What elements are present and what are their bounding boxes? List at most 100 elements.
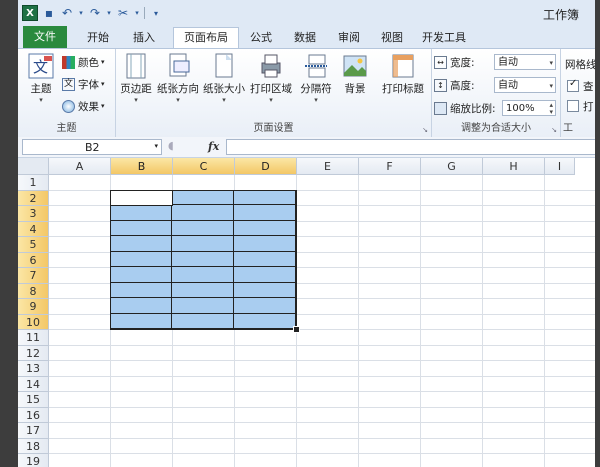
active-cell[interactable] — [110, 189, 173, 206]
cell-c5[interactable] — [172, 236, 234, 252]
cell-b7[interactable] — [110, 267, 172, 283]
fonts-button[interactable]: 文 字体 ▾ — [62, 75, 105, 93]
customize-qat-icon[interactable]: ▾ — [149, 9, 163, 18]
cell-d7[interactable] — [234, 267, 296, 283]
redo-icon[interactable]: ↷ — [88, 6, 102, 20]
cell-b8[interactable] — [110, 282, 172, 298]
cell-d10[interactable] — [234, 313, 296, 329]
row-header-4[interactable]: 4 — [18, 221, 49, 237]
row-header-11[interactable]: 11 — [18, 330, 49, 346]
tab-developer[interactable]: 开发工具 — [416, 28, 472, 48]
cell-b9[interactable] — [110, 298, 172, 314]
column-header-b[interactable]: B — [111, 158, 173, 175]
cell-d8[interactable] — [234, 282, 296, 298]
tab-home[interactable]: 开始 — [78, 28, 118, 48]
row-header-8[interactable]: 8 — [18, 283, 49, 299]
scale-launcher-icon[interactable]: ↘ — [551, 126, 557, 134]
stepper-arrows-icon[interactable]: ▴ ▾ — [549, 102, 553, 116]
cell-c7[interactable] — [172, 267, 234, 283]
breaks-button[interactable]: 分隔符 ▾ — [296, 53, 336, 104]
cell-b10[interactable] — [110, 313, 172, 329]
insert-function-icon[interactable]: fx — [208, 140, 219, 153]
margins-button[interactable]: 页边距 ▾ — [118, 53, 154, 104]
cell-c2[interactable] — [172, 189, 234, 205]
cell-b6[interactable] — [110, 251, 172, 267]
save-icon[interactable]: ▪ — [42, 6, 56, 20]
cell-d2[interactable] — [234, 189, 296, 205]
chevron-down-icon[interactable]: ▾ — [154, 142, 158, 150]
row-header-16[interactable]: 16 — [18, 407, 49, 423]
cell-d5[interactable] — [234, 236, 296, 252]
column-header-d[interactable]: D — [235, 158, 297, 175]
row-header-18[interactable]: 18 — [18, 438, 49, 454]
column-header-a[interactable]: A — [49, 158, 111, 175]
undo-dropdown-icon[interactable]: ▾ — [78, 9, 84, 17]
column-header-i[interactable]: I — [545, 158, 575, 175]
row-header-13[interactable]: 13 — [18, 361, 49, 377]
gridlines-view-checkbox[interactable]: ✓ — [567, 78, 579, 92]
cell-d4[interactable] — [234, 220, 296, 236]
row-header-15[interactable]: 15 — [18, 392, 49, 408]
gridlines-print-checkbox[interactable] — [567, 100, 579, 112]
row-header-17[interactable]: 17 — [18, 423, 49, 439]
row-header-1[interactable]: 1 — [18, 175, 49, 191]
column-header-g[interactable]: G — [421, 158, 483, 175]
column-header-e[interactable]: E — [297, 158, 359, 175]
colors-button[interactable]: 颜色 ▾ — [62, 53, 105, 71]
row-header-9[interactable]: 9 — [18, 299, 49, 315]
name-box[interactable]: B2 ▾ — [22, 139, 162, 155]
height-select[interactable]: 自动 ▾ — [494, 77, 556, 93]
tab-view[interactable]: 视图 — [373, 28, 411, 48]
cell-c4[interactable] — [172, 220, 234, 236]
tab-file[interactable]: 文件 — [23, 26, 67, 48]
tab-page-layout[interactable]: 页面布局 — [173, 27, 239, 49]
redo-dropdown-icon[interactable]: ▾ — [106, 9, 112, 17]
column-header-h[interactable]: H — [483, 158, 545, 175]
orientation-button[interactable]: 纸张方向 ▾ — [156, 53, 200, 104]
cell-b4[interactable] — [110, 220, 172, 236]
tab-review[interactable]: 审阅 — [330, 28, 368, 48]
tab-insert[interactable]: 插入 — [124, 28, 164, 48]
formula-input[interactable] — [226, 139, 598, 155]
cell-b3[interactable] — [110, 205, 172, 221]
fill-handle[interactable] — [293, 326, 300, 333]
row-header-2[interactable]: 2 — [18, 190, 49, 206]
print-area-button[interactable]: 打印区域 ▾ — [248, 53, 294, 104]
row-header-14[interactable]: 14 — [18, 376, 49, 392]
cell-d3[interactable] — [234, 205, 296, 221]
row-header-3[interactable]: 3 — [18, 206, 49, 222]
row-header-12[interactable]: 12 — [18, 345, 49, 361]
cell-c3[interactable] — [172, 205, 234, 221]
row-header-5[interactable]: 5 — [18, 237, 49, 253]
print-titles-button[interactable]: 打印标题 — [378, 53, 428, 96]
background-button[interactable]: 背景 — [338, 53, 372, 96]
size-button[interactable]: 纸张大小 ▾ — [202, 53, 246, 104]
tools-dropdown-icon[interactable]: ▾ — [134, 9, 140, 17]
select-all-corner[interactable] — [18, 158, 49, 175]
cell-d9[interactable] — [234, 298, 296, 314]
cell-c9[interactable] — [172, 298, 234, 314]
tools-icon[interactable]: ✂ — [116, 6, 130, 20]
tab-data[interactable]: 数据 — [286, 28, 324, 48]
width-select[interactable]: 自动 ▾ — [494, 54, 556, 70]
cell-d6[interactable] — [234, 251, 296, 267]
column-header-c[interactable]: C — [173, 158, 235, 175]
page-setup-launcher-icon[interactable]: ↘ — [422, 126, 428, 134]
column-header-f[interactable]: F — [359, 158, 421, 175]
excel-app-icon[interactable]: X — [22, 5, 38, 21]
print-area-label: 打印区域 — [250, 83, 292, 95]
theme-button[interactable]: 文 主题 ▾ — [21, 53, 61, 104]
row-header-6[interactable]: 6 — [18, 252, 49, 268]
row-header-7[interactable]: 7 — [18, 268, 49, 284]
cell-c8[interactable] — [172, 282, 234, 298]
scale-stepper[interactable]: 100% ▴ ▾ — [502, 100, 556, 116]
tab-formulas[interactable]: 公式 — [242, 28, 280, 48]
cell-c10[interactable] — [172, 313, 234, 329]
row-header-10[interactable]: 10 — [18, 314, 49, 330]
effects-button[interactable]: 效果 ▾ — [62, 97, 105, 115]
undo-icon[interactable]: ↶ — [60, 6, 74, 20]
row-header-19[interactable]: 19 — [18, 454, 49, 467]
cell-b5[interactable] — [110, 236, 172, 252]
spreadsheet-grid[interactable]: A B C D E F G H I 1 2 3 4 5 6 7 8 9 10 11 12 13 14 15 16 17 18 19 — [18, 158, 600, 467]
cell-c6[interactable] — [172, 251, 234, 267]
